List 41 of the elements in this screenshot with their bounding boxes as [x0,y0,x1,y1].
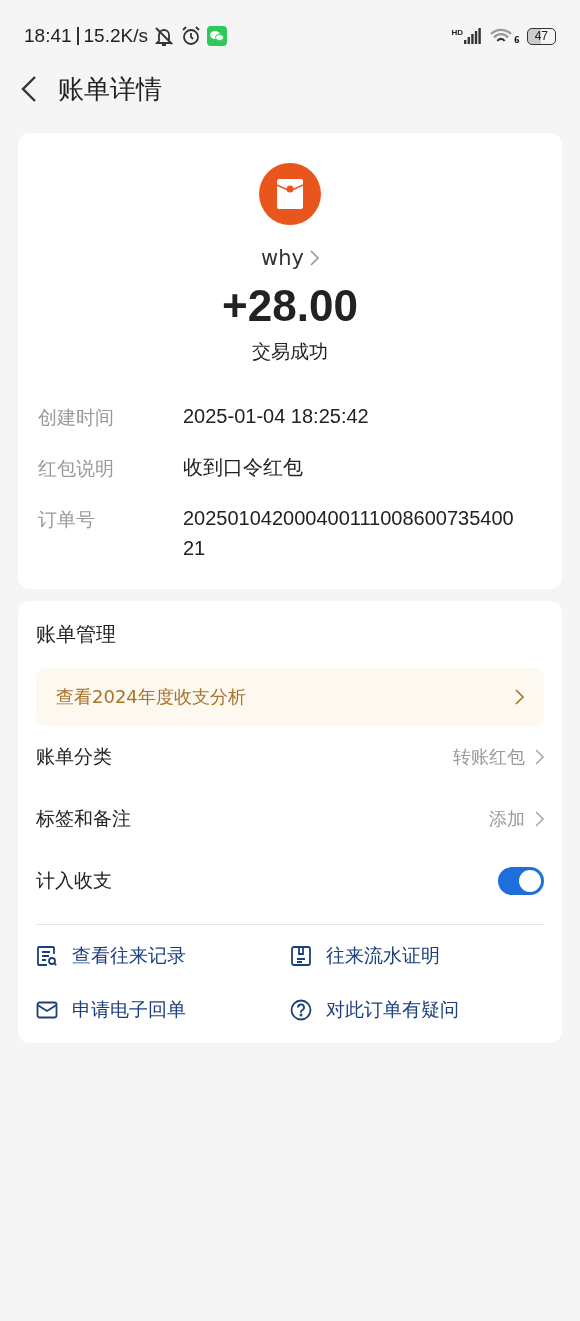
action-link[interactable]: 申请电子回单 [36,997,290,1023]
question-icon [290,999,312,1021]
chevron-icon [535,811,544,827]
annual-analysis-banner[interactable]: 查看2024年度收支分析 [36,668,544,726]
detail-label: 订单号 [38,507,96,532]
back-button[interactable] [20,75,38,103]
row-label: 标签和备注 [36,806,131,831]
alarm-clock-icon [180,25,202,47]
chat-app-icon [207,26,227,46]
action-link[interactable]: 往来流水证明 [290,943,544,969]
detail-label: 创建时间 [38,405,115,430]
signal-icon [464,28,483,44]
clock-time: 18:41 [24,25,72,47]
document-search-icon [36,945,58,967]
chevron-icon [515,689,524,705]
detail-value: 20250104200040011100860073540021 [183,506,515,561]
network-type-label: HD [451,28,464,37]
row-label: 账单分类 [36,744,112,769]
toggle-switch[interactable] [498,867,544,895]
document-icon [290,945,312,967]
section-title: 账单管理 [36,621,117,648]
detail-value: 收到口令红包 [183,455,304,480]
separator-bar [76,27,79,45]
chevron-icon [535,749,544,765]
wifi-band-label: 6 [514,36,520,45]
action-link[interactable]: 对此订单有疑问 [290,997,544,1023]
wifi-icon [489,27,514,45]
chevron-icon [309,250,319,266]
muted-bell-icon [153,25,175,47]
action-link[interactable]: 查看往来记录 [36,943,290,969]
amount: +28.00 [222,281,358,331]
page-title: 账单详情 [58,72,162,106]
detail-value: 2025-01-04 18:25:42 [183,404,370,429]
battery-indicator: 47 [526,27,556,45]
detail-label: 红包说明 [38,456,115,481]
payer-link[interactable]: why [255,245,325,271]
envelope-icon [259,163,321,225]
transaction-status: 交易成功 [252,339,328,364]
network-speed: 15.2K/s [83,25,148,47]
row-label: 计入收支 [36,868,112,893]
envelope-icon [36,999,58,1021]
